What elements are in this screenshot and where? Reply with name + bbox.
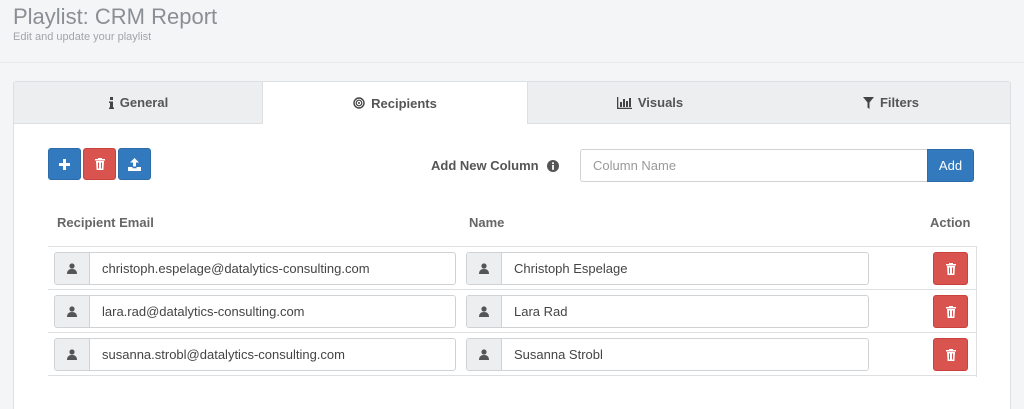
trash-icon [945,262,956,275]
table-row: susanna.strobl@datalytics-consulting.com… [48,333,977,376]
upload-button[interactable] [118,148,151,180]
trash-icon [945,348,956,361]
user-icon [55,253,90,284]
bar-chart-icon [616,96,632,109]
add-new-column-text: Add New Column [431,158,539,173]
header-action: Action [930,215,971,230]
tab-bar: General Recipients Visuals Filters [14,81,1010,124]
header-recipient-email: Recipient Email [57,215,154,230]
upload-icon [128,157,141,171]
delete-all-button[interactable] [83,148,116,180]
page-subtitle: Edit and update your playlist [13,31,152,43]
info-circle-icon[interactable] [546,159,559,172]
table-row: christoph.espelage@datalytics-consulting… [48,247,977,290]
tab-general[interactable]: General [14,82,263,124]
name-field[interactable]: Susanna Strobl [466,338,869,371]
user-icon [467,296,502,327]
filter-icon [862,96,874,109]
delete-row-button[interactable] [933,252,968,285]
trash-icon [94,158,105,170]
add-column-button[interactable]: Add [927,149,974,182]
add-new-column-label: Add New Column [431,158,559,173]
user-icon [467,339,502,370]
email-field[interactable]: susanna.strobl@datalytics-consulting.com [54,338,456,371]
tab-filters[interactable]: Filters [772,82,1010,124]
header-divider [0,62,1024,63]
email-value: susanna.strobl@datalytics-consulting.com [102,347,345,362]
email-field[interactable]: christoph.espelage@datalytics-consulting… [54,252,456,285]
delete-row-button[interactable] [933,295,968,328]
header-name: Name [469,215,505,230]
tab-label: Recipients [371,95,437,111]
email-field[interactable]: lara.rad@datalytics-consulting.com [54,295,456,328]
email-value: christoph.espelage@datalytics-consulting… [102,261,370,276]
tab-label: Filters [879,95,919,110]
email-value: lara.rad@datalytics-consulting.com [102,304,305,319]
info-icon [108,96,114,109]
add-recipient-button[interactable] [48,148,81,180]
name-value: Lara Rad [514,304,568,319]
name-field[interactable]: Lara Rad [466,295,869,328]
name-value: Christoph Espelage [514,261,628,276]
name-value: Susanna Strobl [514,347,603,362]
name-field[interactable]: Christoph Espelage [466,252,869,285]
page-header: Playlist: CRM Report Edit and update you… [13,4,217,44]
tab-recipients[interactable]: Recipients [262,81,528,124]
user-icon [467,253,502,284]
page-title: Playlist: CRM Report [13,4,218,29]
plus-icon [59,158,70,170]
tab-label: Visuals [637,95,684,110]
delete-row-button[interactable] [933,338,968,371]
column-name-input[interactable] [580,149,928,182]
target-icon [353,97,365,109]
tab-label: General [119,95,169,110]
user-icon [55,296,90,327]
trash-icon [945,305,956,318]
tab-visuals[interactable]: Visuals [528,82,772,124]
table-row: lara.rad@datalytics-consulting.com Lara … [48,290,977,333]
user-icon [55,339,90,370]
